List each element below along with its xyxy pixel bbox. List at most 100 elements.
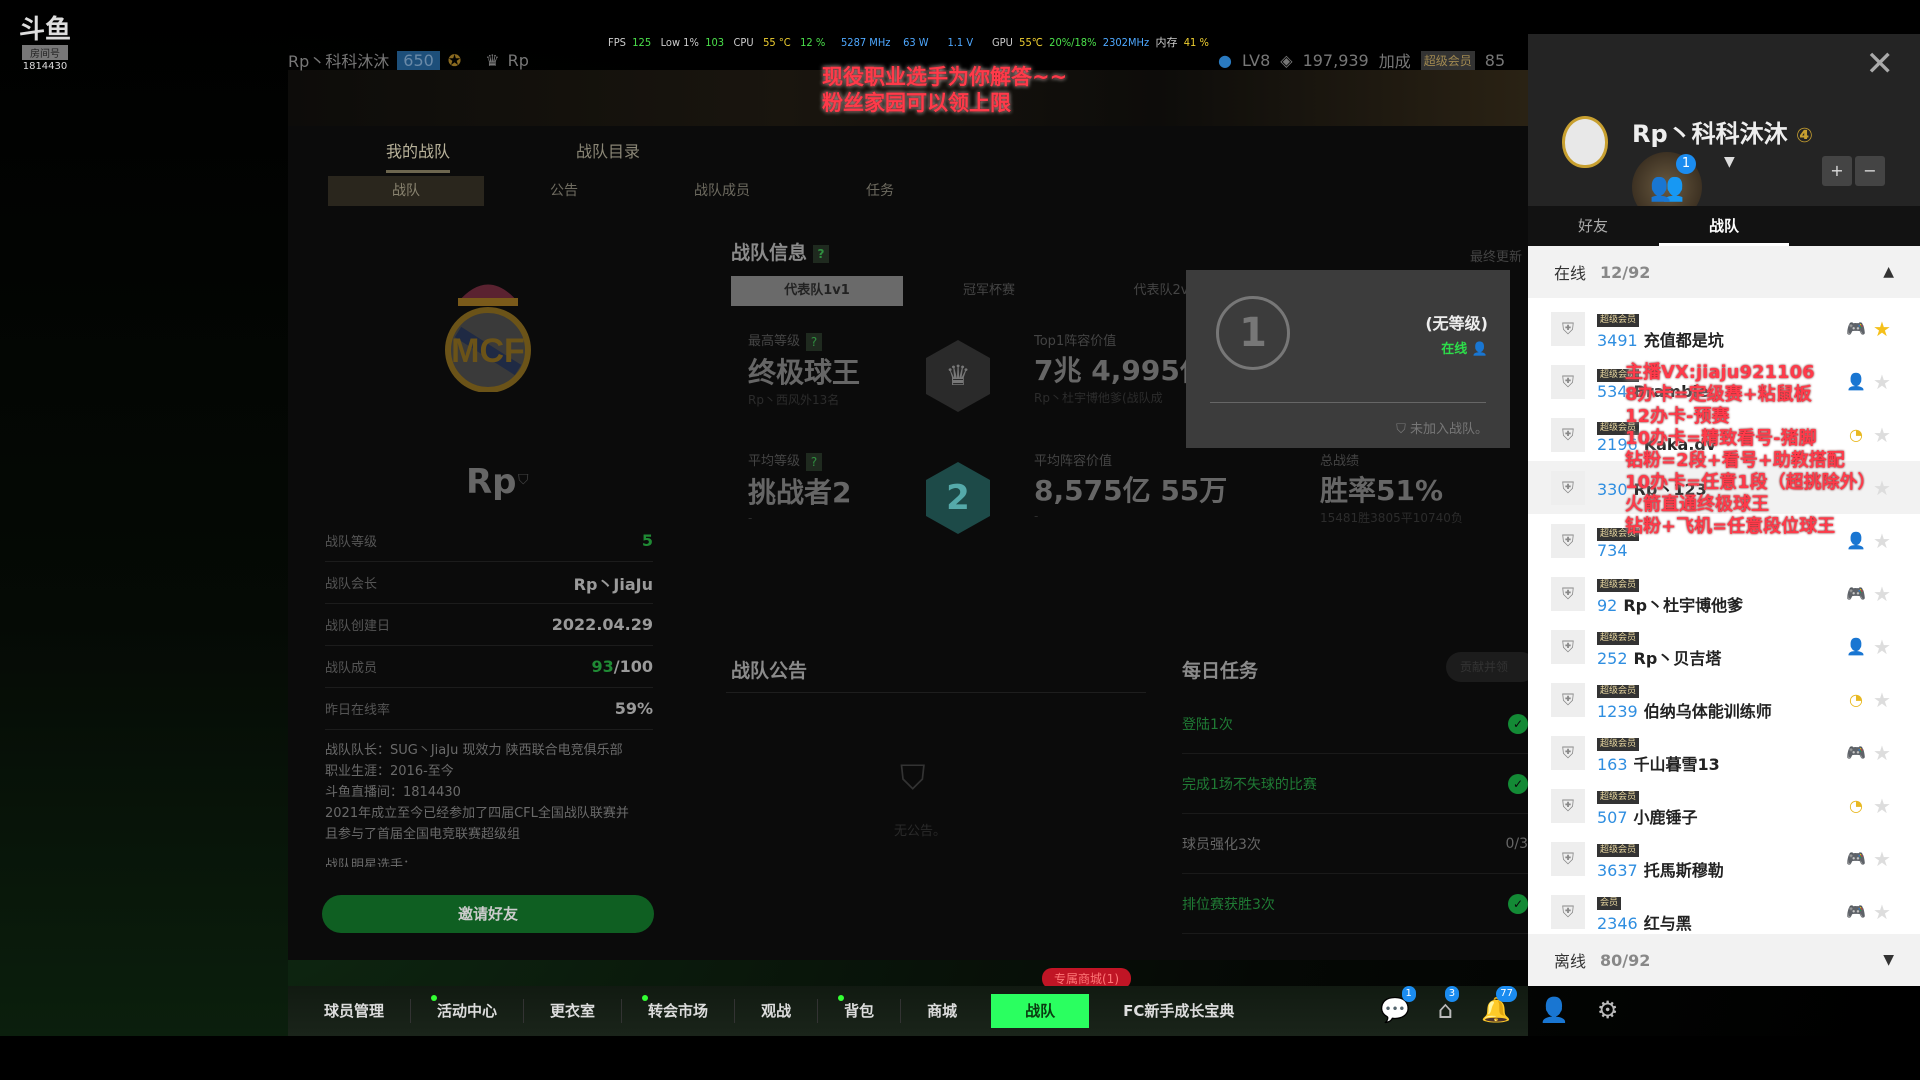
friend-rating: 2346: [1597, 913, 1638, 933]
currency-bar: ● LV8 ◈ 197,939 加成 超级会员 85: [1218, 48, 1505, 72]
popup-status: 在线: [1441, 342, 1468, 357]
friend-row[interactable]: ⛨ 超级会员 163 千山暮雪13 🎮 ★: [1528, 726, 1920, 779]
stat-max-grade: 最高等级? 终极球王 Rp丶西风外13名: [748, 332, 861, 407]
friend-name: Rp丶贝吉塔: [1633, 648, 1722, 668]
club-crest-icon: ⛨: [1551, 364, 1585, 399]
club-name-top: Rp: [507, 50, 529, 70]
tab-friends[interactable]: 好友: [1528, 206, 1658, 246]
friend-rating: 252: [1597, 648, 1628, 668]
friend-row[interactable]: ⛨ 超级会员 3637 托馬斯穆勒 🎮 ★: [1528, 832, 1920, 885]
task-item: 登陆1次 ✓: [1182, 694, 1528, 754]
favorite-star-icon[interactable]: ★: [1873, 741, 1891, 765]
notice-title: 战队公告: [731, 660, 808, 682]
info-tab-champions-cup[interactable]: 冠军杯赛: [903, 276, 1075, 306]
player-tooltip: 1 (无等级) 在线 👤 ⛉ 未加入战队。: [1186, 270, 1510, 448]
no-notice-text: 无公告。: [894, 824, 947, 839]
vip-badge: 超级会员: [1597, 843, 1640, 857]
vip-badge: 超级会员: [1597, 684, 1640, 698]
stat-top1-value: Top1阵容价值 7兆 4,995亿 Rp丶杜宇博他爹(战队成: [1034, 334, 1208, 405]
club-crest-icon: ⛨: [1551, 894, 1585, 929]
club-crest-icon: ⛨: [1551, 311, 1585, 346]
nav-club[interactable]: 战队: [991, 994, 1090, 1028]
home-icon[interactable]: ⌂ 3: [1438, 986, 1460, 1024]
subtab-members[interactable]: 战队成员: [644, 176, 800, 206]
invite-friend-button[interactable]: 邀请好友: [322, 895, 654, 933]
friend-rating: 3491: [1597, 330, 1638, 350]
friend-row[interactable]: ⛨ 超级会员 507 小鹿锤子 ◔ ★: [1528, 779, 1920, 832]
rank-badge-icon: ④: [1796, 123, 1813, 147]
favorite-star-icon[interactable]: ★: [1873, 582, 1891, 606]
friend-rating: 734: [1597, 541, 1628, 560]
friend-row[interactable]: ⛨ 超级会员 1239 伯纳乌体能训练师 ◔ ★: [1528, 673, 1920, 726]
tab-my-club[interactable]: 我的战队: [386, 138, 451, 173]
stream-overlay-text: 现役职业选手为你解答~~ 粉丝家园可以领上限: [822, 65, 1068, 115]
favorite-star-icon[interactable]: ★: [1873, 635, 1891, 659]
add-friend-icon[interactable]: +: [1822, 156, 1852, 186]
friend-row[interactable]: ⛨ 超级会员 252 Rp丶贝吉塔 👤 ★: [1528, 620, 1920, 673]
perf-overlay: FPS 125 Low 1% 103 CPU 55 °C 12 % 5287 M…: [608, 36, 1209, 49]
left-background: [0, 0, 288, 1036]
bell-icon[interactable]: 🔔 77: [1481, 986, 1518, 1024]
friend-row[interactable]: ⛨ 超级会员 92 Rp丶杜宇博他爹 🎮 ★: [1528, 567, 1920, 620]
vip-badge: 超级会员: [1420, 50, 1475, 70]
club-crest-icon: ⛨: [1551, 841, 1585, 876]
nav-transfer-market[interactable]: 转会市场: [622, 995, 736, 1023]
room-label: 房间号: [22, 45, 68, 60]
tab-club-members[interactable]: 战队: [1659, 206, 1789, 246]
task-item: 完成1场不失球的比赛 ✓: [1182, 754, 1528, 814]
nav-events[interactable]: 活动中心: [411, 995, 525, 1023]
popup-club: 未加入战队。: [1409, 422, 1488, 437]
nav-player-management[interactable]: 球员管理: [288, 999, 412, 1023]
subtab-notice[interactable]: 公告: [486, 176, 642, 206]
friend-row[interactable]: ⛨ 会员 2346 红与黑 🎮 ★: [1528, 885, 1920, 938]
nav-spectate[interactable]: 观战: [735, 999, 819, 1023]
favorite-star-icon[interactable]: ★: [1873, 370, 1891, 394]
gamepad-icon: 🎮: [1846, 584, 1866, 603]
extra-value: 85: [1484, 50, 1506, 70]
subtab-club[interactable]: 战队: [328, 176, 484, 206]
subtab-tasks[interactable]: 任务: [802, 176, 958, 206]
panel-player-name: Rp丶科科沐沐: [1632, 120, 1788, 148]
player-info: Rp丶科科沐沐 650 ✪ ♛ Rp: [288, 48, 529, 72]
nav-beginner-guide[interactable]: FC新手成长宝典: [1097, 999, 1260, 1023]
friend-rating: 1239: [1597, 701, 1638, 721]
nav-locker-room[interactable]: 更衣室: [524, 999, 623, 1023]
contribute-button[interactable]: 贡献并领: [1446, 652, 1536, 682]
tab-club-directory[interactable]: 战队目录: [576, 138, 640, 162]
friend-row[interactable]: ⛨ 超级会员 3491 充值都是坑 🎮 ★: [1528, 302, 1920, 355]
online-section-header[interactable]: 在线 12/92 ▲: [1528, 246, 1920, 298]
check-icon: ✓: [1508, 893, 1528, 914]
system-icons: 💬 1 ⌂ 3 🔔 77 👤 ⚙: [1380, 986, 1619, 1024]
vip-badge: 超级会员: [1597, 790, 1640, 804]
check-icon: ✓: [1508, 773, 1528, 794]
chat-icon[interactable]: 💬 1: [1380, 986, 1416, 1024]
info-row-online-rate: 昨日在线率 59%: [325, 688, 653, 730]
favorite-star-icon[interactable]: ★: [1873, 688, 1891, 712]
favorite-star-icon[interactable]: ★: [1873, 423, 1891, 447]
info-tab-1v1[interactable]: 代表队1v1: [731, 276, 903, 306]
nav-inventory[interactable]: 背包: [818, 995, 902, 1023]
check-icon: ✓: [1508, 713, 1528, 734]
friend-name: 伯纳乌体能训练师: [1643, 701, 1772, 721]
friend-rating: 3637: [1597, 860, 1638, 880]
status-dropdown-icon[interactable]: ▼: [1724, 154, 1735, 170]
favorite-star-icon[interactable]: ★: [1873, 794, 1891, 818]
nav-shop[interactable]: 商城: [901, 999, 983, 1023]
favorite-star-icon[interactable]: ★: [1873, 900, 1891, 924]
favorite-star-icon[interactable]: ★: [1873, 529, 1891, 553]
friend-name: 红与黑: [1643, 913, 1692, 933]
close-icon[interactable]: ✕: [1866, 44, 1895, 84]
bonus-label: 加成: [1378, 52, 1411, 71]
favorite-star-icon[interactable]: ★: [1873, 317, 1891, 341]
player-name: Rp丶科科沐沐: [288, 52, 390, 71]
help-icon[interactable]: ?: [813, 244, 830, 263]
club-info-title: 战队信息?: [731, 238, 830, 265]
profile-icon[interactable]: 👤: [1539, 996, 1569, 1024]
club-help-icon[interactable]: ⛉: [518, 472, 529, 488]
remove-friend-icon[interactable]: −: [1855, 156, 1885, 186]
offline-section-header[interactable]: 离线 80/92 ▼: [1528, 934, 1920, 986]
club-crest-icon: ⛨: [1551, 788, 1585, 823]
favorite-star-icon[interactable]: ★: [1873, 847, 1891, 871]
vip-badge: 超级会员: [1597, 578, 1640, 592]
gear-icon[interactable]: ⚙: [1597, 996, 1619, 1024]
